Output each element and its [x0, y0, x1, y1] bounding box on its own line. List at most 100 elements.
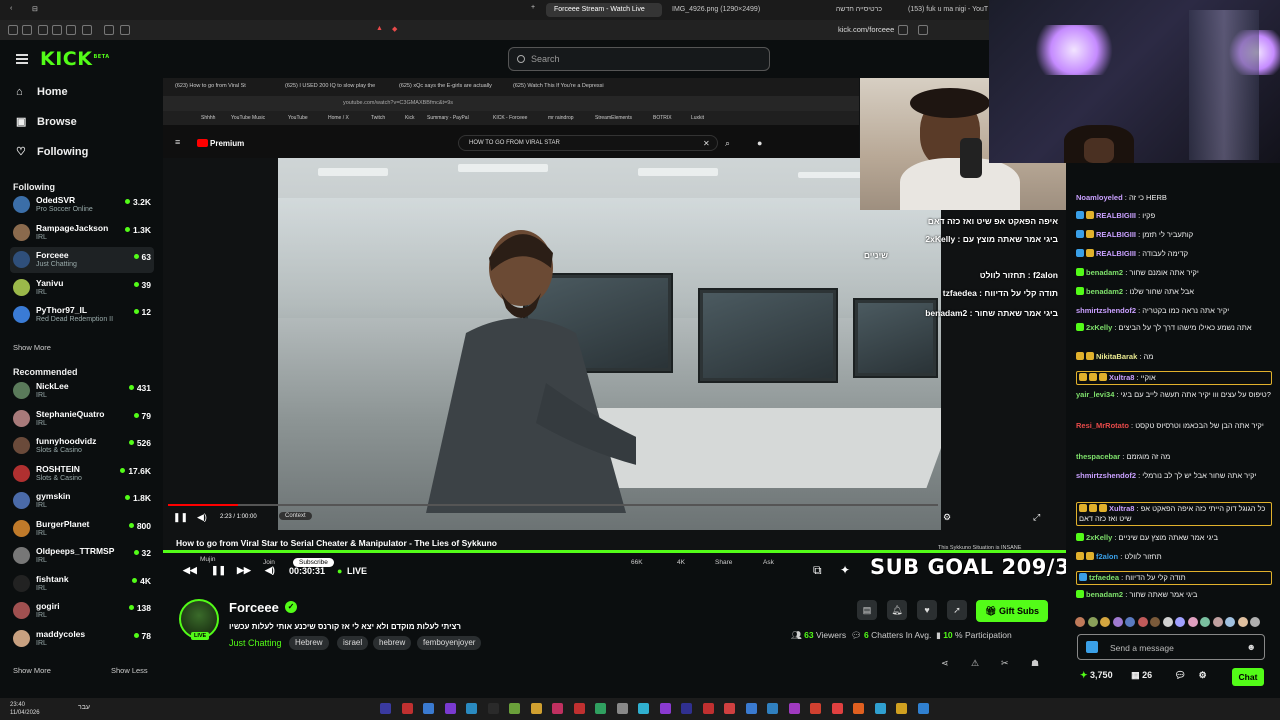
channel-name[interactable]: Forceee	[229, 600, 279, 615]
tool-icon[interactable]	[82, 25, 92, 35]
shield-icon[interactable]: ▲	[376, 25, 383, 32]
tag[interactable]: hebrew	[373, 636, 412, 650]
report-icon[interactable]: ⚠	[971, 658, 979, 669]
tool-icon[interactable]	[52, 25, 62, 35]
tab-image[interactable]: IMG_4926.png (1290×2499)	[664, 3, 764, 17]
chat-username[interactable]: tzfaedea	[1089, 573, 1119, 582]
sidebar-channel-gogiri[interactable]: gogiri IRL 138	[10, 598, 154, 624]
chat-username[interactable]: REALBIGIII	[1096, 230, 1136, 239]
tab-new[interactable]: כרטיסייה חדשה	[790, 3, 890, 17]
taskbar-app-icon[interactable]	[788, 703, 800, 714]
rocket-icon[interactable]: ➚	[947, 600, 967, 620]
taskbar-app-icon[interactable]	[874, 703, 886, 714]
share-icon[interactable]: ⋖	[941, 658, 949, 669]
stream-category[interactable]: Just Chatting	[229, 638, 282, 648]
chat-username[interactable]: REALBIGIII	[1096, 211, 1136, 220]
new-tab-icon[interactable]: +	[531, 4, 535, 11]
sidebar-channel-maddycoles[interactable]: maddycoles IRL 78	[10, 626, 154, 652]
show-more-recommended[interactable]: Show More	[13, 666, 51, 675]
taskbar-app-icon[interactable]	[401, 703, 413, 714]
sidebar-channel-odedsvr[interactable]: OdedSVR Pro Soccer Online 3.2K	[10, 192, 154, 218]
chat-username[interactable]: f2alon	[1096, 552, 1118, 561]
emote-icon[interactable]	[1112, 617, 1123, 627]
chat-username[interactable]: benadam2	[1086, 287, 1123, 296]
taskbar-app-icon[interactable]	[659, 703, 671, 714]
volume-icon[interactable]: ◀)	[265, 565, 275, 576]
chat-username[interactable]: shmirtzshendof2	[1076, 306, 1136, 315]
taskbar-app-icon[interactable]	[444, 703, 456, 714]
emote-icon[interactable]	[1125, 617, 1135, 627]
taskbar-app-icon[interactable]	[552, 703, 563, 714]
emote-icon[interactable]	[1087, 617, 1098, 627]
taskbar-app-icon[interactable]	[917, 703, 929, 714]
calendar-count[interactable]: 26	[1142, 670, 1152, 680]
taskbar-app-icon[interactable]	[745, 703, 757, 714]
taskbar-app-icon[interactable]	[896, 703, 907, 714]
sidebar-channel-roshtein[interactable]: ROSHTEIN Slots & Casino 17.6K	[10, 461, 154, 487]
language-indicator[interactable]: עבר	[78, 704, 90, 711]
chat-username[interactable]: 2xKelly	[1086, 533, 1112, 542]
settings-icon[interactable]: ⚙	[1199, 670, 1207, 680]
taskbar-app-icon[interactable]	[573, 703, 585, 714]
tool-icon[interactable]	[38, 25, 48, 35]
chat-username[interactable]: shmirtzshendof2	[1076, 471, 1136, 480]
rewind-icon[interactable]: ◀◀	[183, 565, 197, 576]
emote-icon[interactable]	[1250, 617, 1260, 627]
taskbar-app-icon[interactable]	[423, 703, 434, 714]
emote-icon[interactable]	[1175, 617, 1185, 627]
search-input[interactable]: Search	[508, 47, 770, 71]
sidebar-channel-rampagejackson[interactable]: RampageJackson IRL 1.3K	[10, 220, 154, 246]
nav-following[interactable]: ♡ Following	[16, 146, 88, 158]
menu-icon[interactable]	[16, 54, 28, 64]
tab-kick[interactable]: Forceee Stream - Watch Live	[546, 3, 662, 17]
sparkle-icon[interactable]: ✦	[840, 563, 850, 577]
chat-username[interactable]: yair_levi34	[1076, 390, 1114, 399]
taskbar-app-icon[interactable]	[724, 703, 735, 714]
kick-logo[interactable]: KICKBETA	[40, 48, 110, 70]
taskbar-app-icon[interactable]	[767, 703, 778, 714]
emote-icon[interactable]	[1162, 617, 1173, 627]
emote-icon[interactable]	[1187, 617, 1198, 627]
profile-icon[interactable]: ☗	[1031, 658, 1039, 669]
sidebar-channel-funnyhoodvidz[interactable]: funnyhoodvidz Slots & Casino 526	[10, 433, 154, 459]
bell-icon[interactable]: 🔔︎	[887, 600, 907, 620]
sidebar-channel-fishtank[interactable]: fishtank IRL 4K	[10, 571, 154, 597]
tab-menu-icon[interactable]: ⊟	[32, 5, 38, 13]
taskbar-app-icon[interactable]	[810, 703, 821, 714]
show-more-following[interactable]: Show More	[13, 343, 51, 352]
chat-users-icon[interactable]: 💬︎	[1175, 670, 1186, 680]
bookmark-icon[interactable]	[918, 25, 928, 35]
heart-icon[interactable]: ♥	[917, 600, 937, 620]
sidebar-channel-yanivu[interactable]: Yanivu IRL 39	[10, 275, 154, 301]
emote-icon[interactable]	[1150, 617, 1160, 627]
tag[interactable]: israel	[337, 636, 369, 650]
sidebar-channel-burgerplanet[interactable]: BurgerPlanet IRL 800	[10, 516, 154, 542]
sidebar-channel-stephaniequatro[interactable]: StephanieQuatro IRL 79	[10, 406, 154, 432]
taskbar-app-icon[interactable]	[681, 703, 692, 714]
chat-username[interactable]: 2xKelly	[1086, 323, 1112, 332]
tab-youtube[interactable]: (153) fuk u ma nigi - YouTube	[900, 3, 988, 17]
taskbar-app-icon[interactable]	[853, 703, 864, 714]
taskbar-app-icon[interactable]	[380, 703, 391, 714]
chat-input[interactable]: Send a message ☻	[1077, 634, 1265, 660]
emote-icon[interactable]	[1225, 617, 1235, 627]
taskbar-app-icon[interactable]	[616, 703, 628, 714]
nav-browse[interactable]: ▣ Browse	[16, 116, 77, 128]
tool-icon[interactable]	[120, 25, 130, 35]
tool-icon[interactable]	[8, 25, 18, 35]
taskbar-app-icon[interactable]	[702, 703, 714, 714]
emote-icon[interactable]	[1100, 617, 1110, 627]
taskbar-app-icon[interactable]	[831, 703, 843, 714]
send-chat-button[interactable]: Chat	[1232, 668, 1264, 686]
gift-subs-button[interactable]: 🎁︎ Gift Subs	[976, 600, 1048, 622]
chat-username[interactable]: Resi_MrRotato	[1076, 421, 1129, 430]
taskbar-app-icon[interactable]	[595, 703, 606, 714]
tool-icon[interactable]	[22, 25, 32, 35]
taskbar-app-icon[interactable]	[509, 703, 520, 714]
taskbar-app-icon[interactable]	[466, 703, 477, 714]
taskbar-app-icon[interactable]	[487, 703, 499, 714]
forward-icon[interactable]: ▶▶	[237, 565, 251, 576]
tag[interactable]: Hebrew	[289, 636, 329, 650]
chat-username[interactable]: Noamloyeled	[1076, 193, 1123, 202]
show-less-recommended[interactable]: Show Less	[111, 666, 148, 675]
